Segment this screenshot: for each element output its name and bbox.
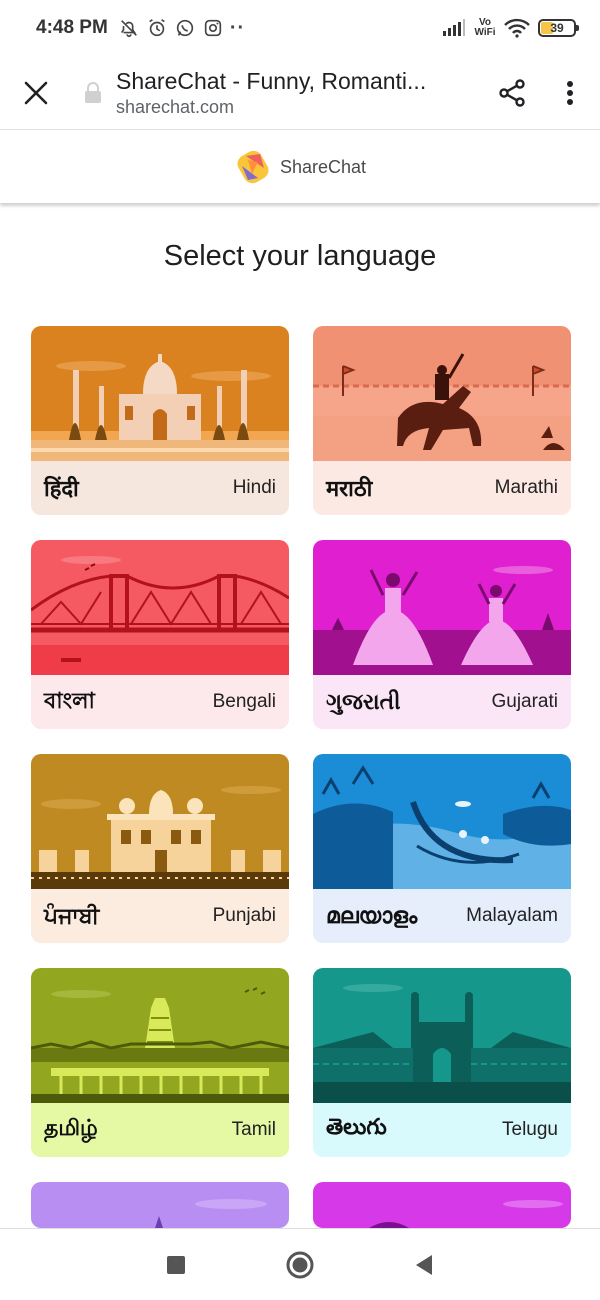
language-native-name: தமிழ் bbox=[44, 1116, 98, 1141]
language-native-name: বাংলা bbox=[44, 688, 95, 714]
close-icon bbox=[24, 81, 48, 104]
language-english-name: Marathi bbox=[494, 477, 558, 498]
language-label-row: বাংলা Bengali bbox=[31, 675, 289, 729]
bengali-illustration bbox=[31, 540, 289, 675]
language-card-telugu[interactable]: తెలుగు Telugu bbox=[313, 968, 571, 1157]
gujarati-illustration bbox=[313, 540, 571, 675]
page-url: sharechat.com bbox=[116, 96, 235, 117]
language-label-row: മലയാളം Malayalam bbox=[313, 889, 571, 943]
back-button[interactable] bbox=[362, 1229, 486, 1300]
malayalam-illustration bbox=[313, 754, 571, 889]
vowifi-label: Vo WiFi bbox=[474, 17, 496, 38]
instagram-icon bbox=[204, 19, 221, 37]
language-card-marathi[interactable]: मराठी Marathi bbox=[313, 326, 571, 515]
battery-level: 39 bbox=[550, 21, 564, 35]
notification-icons: ·· bbox=[118, 17, 245, 40]
partial-illustration bbox=[313, 1182, 571, 1228]
home-button[interactable] bbox=[238, 1229, 362, 1300]
language-english-name: Punjabi bbox=[212, 905, 276, 926]
system-nav-bar bbox=[0, 1228, 600, 1300]
page-heading: Select your language bbox=[163, 240, 437, 272]
language-card-gujarati[interactable]: ગુજરાતી Gujarati bbox=[313, 540, 571, 729]
whatsapp-icon bbox=[176, 19, 193, 37]
language-card-tamil[interactable]: தமிழ் Tamil bbox=[31, 968, 289, 1157]
language-card-malayalam[interactable]: മലയാളം Malayalam bbox=[313, 754, 571, 943]
status-time: 4:48 PM bbox=[36, 17, 108, 38]
language-native-name: मराठी bbox=[326, 477, 373, 502]
circle-icon bbox=[286, 1251, 314, 1278]
close-tab-button[interactable] bbox=[0, 56, 72, 130]
telugu-illustration bbox=[313, 968, 571, 1103]
language-native-name: ਪੰਜਾਬੀ bbox=[44, 903, 100, 929]
page-title: ShareChat - Funny, Romanti... bbox=[116, 67, 427, 94]
marathi-illustration bbox=[313, 326, 571, 461]
language-native-name: తెలుగు bbox=[326, 1115, 387, 1140]
language-native-name: ગુજરાતી bbox=[326, 689, 401, 715]
language-english-name: Telugu bbox=[502, 1119, 558, 1140]
language-english-name: Bengali bbox=[212, 691, 276, 712]
recent-apps-button[interactable] bbox=[114, 1229, 238, 1300]
more-options-button[interactable] bbox=[540, 56, 600, 130]
more-notifications-icon: ·· bbox=[229, 16, 246, 39]
more-vert-icon bbox=[567, 80, 573, 105]
language-native-name: हिंदी bbox=[44, 477, 79, 502]
signal-icon bbox=[443, 19, 465, 36]
language-label-row: ગુજરાતી Gujarati bbox=[313, 675, 571, 729]
punjabi-illustration bbox=[31, 754, 289, 889]
language-english-name: Hindi bbox=[232, 477, 276, 498]
share-icon bbox=[499, 78, 525, 107]
battery-icon: 39 bbox=[538, 19, 579, 37]
browser-toolbar: ShareChat - Funny, Romanti... sharechat.… bbox=[0, 56, 600, 130]
lock-icon[interactable] bbox=[80, 81, 106, 104]
language-label-row: తెలుగు Telugu bbox=[313, 1103, 571, 1157]
sharechat-logo-icon bbox=[237, 150, 269, 184]
status-bar: 4:48 PM ·· Vo WiFi 39 bbox=[0, 0, 600, 56]
system-indicators: Vo WiFi 39 bbox=[442, 17, 579, 38]
square-icon bbox=[167, 1255, 185, 1274]
sharechat-header: ShareChat bbox=[0, 131, 600, 203]
hindi-illustration bbox=[31, 326, 289, 461]
wifi-icon bbox=[504, 18, 530, 38]
language-english-name: Tamil bbox=[231, 1119, 276, 1140]
language-label-row: தமிழ் Tamil bbox=[31, 1103, 289, 1157]
language-card-bengali[interactable]: বাংলা Bengali bbox=[31, 540, 289, 729]
language-native-name: മലയാളം bbox=[326, 903, 418, 929]
language-card-partial-right[interactable] bbox=[313, 1182, 571, 1228]
partial-illustration bbox=[31, 1182, 289, 1228]
page-title-block[interactable]: ShareChat - Funny, Romanti... sharechat.… bbox=[106, 68, 484, 118]
language-english-name: Malayalam bbox=[466, 905, 558, 926]
triangle-back-icon bbox=[416, 1254, 432, 1275]
language-label-row: मराठी Marathi bbox=[313, 461, 571, 515]
language-card-partial-left[interactable] bbox=[31, 1182, 289, 1228]
tamil-illustration bbox=[31, 968, 289, 1103]
language-label-row: हिंदी Hindi bbox=[31, 461, 289, 515]
bell-off-icon bbox=[120, 20, 137, 38]
brand-name: ShareChat bbox=[279, 156, 367, 177]
language-card-punjabi[interactable]: ਪੰਜਾਬੀ Punjabi bbox=[31, 754, 289, 943]
share-button[interactable] bbox=[484, 56, 540, 130]
language-card-hindi[interactable]: हिंदी Hindi bbox=[31, 326, 289, 515]
alarm-icon bbox=[149, 19, 165, 37]
language-label-row: ਪੰਜਾਬੀ Punjabi bbox=[31, 889, 289, 943]
language-english-name: Gujarati bbox=[491, 691, 558, 712]
